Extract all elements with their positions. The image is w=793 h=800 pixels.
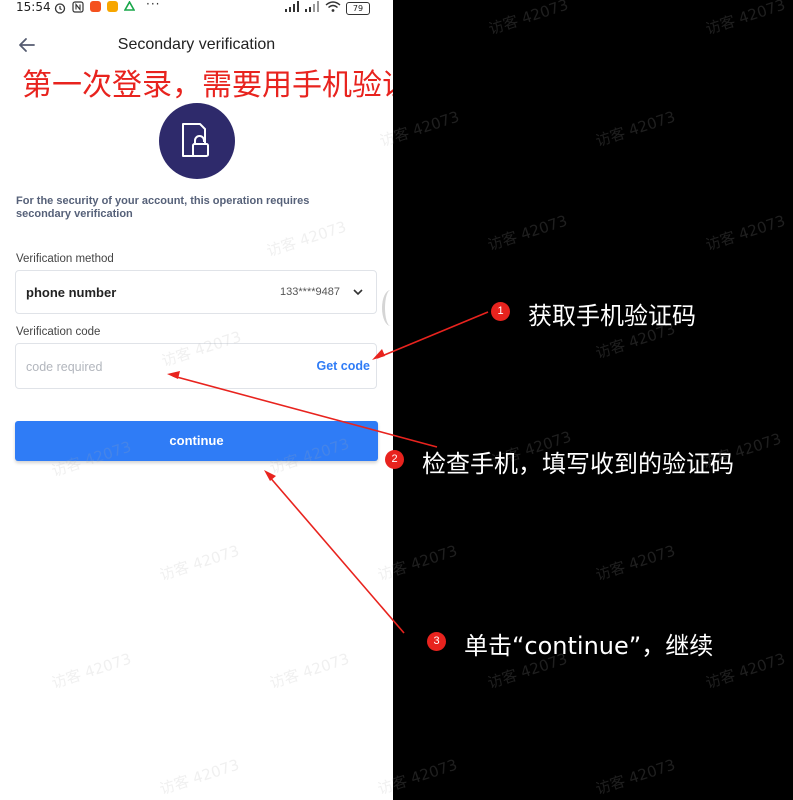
callout-1-text: 获取手机验证码 <box>528 302 696 330</box>
lock-badge <box>159 103 235 179</box>
verification-method-value: phone number <box>26 285 117 300</box>
nfc-icon <box>72 1 84 13</box>
callout-1-number: 1 <box>491 302 510 321</box>
phone-screen: 15:54 ··· 79 Secondary verification For … <box>0 0 393 800</box>
lock-icon <box>182 123 209 157</box>
verification-code-label: Verification code <box>16 326 101 338</box>
status-bar: 15:54 ··· 79 <box>0 0 393 18</box>
callout-3-text: 单击“continue”，继续 <box>464 632 714 660</box>
app-icon-orange <box>90 1 101 12</box>
watermark: 访客 42073 <box>485 211 570 255</box>
verification-code-field: Get code <box>15 343 377 389</box>
signal-icon <box>285 1 299 12</box>
watermark: 访客 42073 <box>593 541 678 585</box>
get-code-button[interactable]: Get code <box>317 359 371 373</box>
wifi-icon <box>325 1 341 12</box>
app-icon-green <box>124 1 135 11</box>
signal-icon-2 <box>305 1 319 12</box>
alarm-icon <box>54 3 66 14</box>
security-notice: For the security of your account, this o… <box>16 195 310 220</box>
verification-method-label: Verification method <box>16 253 114 265</box>
scroll-indicator <box>382 290 393 326</box>
instruction-banner: 第一次登录，需要用手机验证码 <box>22 68 393 103</box>
callout-3-number: 3 <box>427 632 446 651</box>
masked-phone-number: 133****9487 <box>280 286 340 298</box>
battery-indicator: 79 <box>346 2 370 15</box>
watermark: 访客 42073 <box>703 0 788 39</box>
watermark: 访客 42073 <box>593 107 678 151</box>
app-icon-yellow <box>107 1 118 12</box>
chevron-down-icon[interactable] <box>352 287 364 297</box>
status-time: 15:54 <box>16 0 51 14</box>
watermark: 访客 42073 <box>486 0 571 39</box>
watermark: 访客 42073 <box>703 649 788 693</box>
verification-method-select[interactable]: phone number 133****9487 <box>15 270 377 314</box>
callout-2-text: 检查手机，填写收到的验证码 <box>422 450 734 478</box>
verification-code-input[interactable] <box>24 354 268 380</box>
continue-button[interactable]: continue <box>15 421 378 461</box>
callout-2-number: 2 <box>385 450 404 469</box>
status-more-dots: ··· <box>146 0 161 11</box>
watermark: 访客 42073 <box>703 211 788 255</box>
page-title: Secondary verification <box>117 36 276 53</box>
arrow-1 <box>376 311 489 359</box>
watermark: 访客 42073 <box>593 755 678 799</box>
